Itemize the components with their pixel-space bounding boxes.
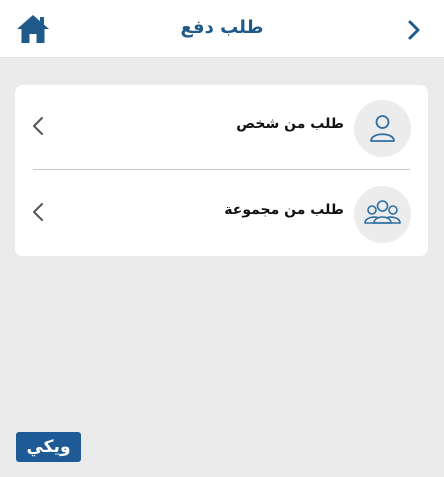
watermark-logo: ويكي bbox=[16, 432, 81, 462]
request-from-person-row[interactable]: طلب من شخص bbox=[15, 85, 428, 169]
page-title: طلب دفع bbox=[180, 17, 264, 38]
request-from-group-row[interactable]: طلب من مجموعة bbox=[15, 171, 428, 255]
row-divider bbox=[33, 169, 410, 170]
request-from-person-label: طلب من شخص bbox=[236, 116, 344, 132]
forward-button[interactable] bbox=[406, 19, 422, 41]
chevron-left-icon bbox=[33, 117, 43, 135]
request-from-group-label: طلب من مجموعة bbox=[224, 202, 344, 218]
header-bar: طلب دفع bbox=[0, 0, 444, 58]
group-icon bbox=[364, 200, 401, 224]
person-icon bbox=[370, 115, 395, 142]
person-avatar bbox=[354, 100, 411, 157]
request-options-card: طلب من شخص طلب من مجموعة bbox=[15, 85, 428, 256]
chevron-right-icon bbox=[408, 20, 420, 40]
group-avatar bbox=[354, 186, 411, 243]
chevron-left-icon bbox=[33, 203, 43, 221]
